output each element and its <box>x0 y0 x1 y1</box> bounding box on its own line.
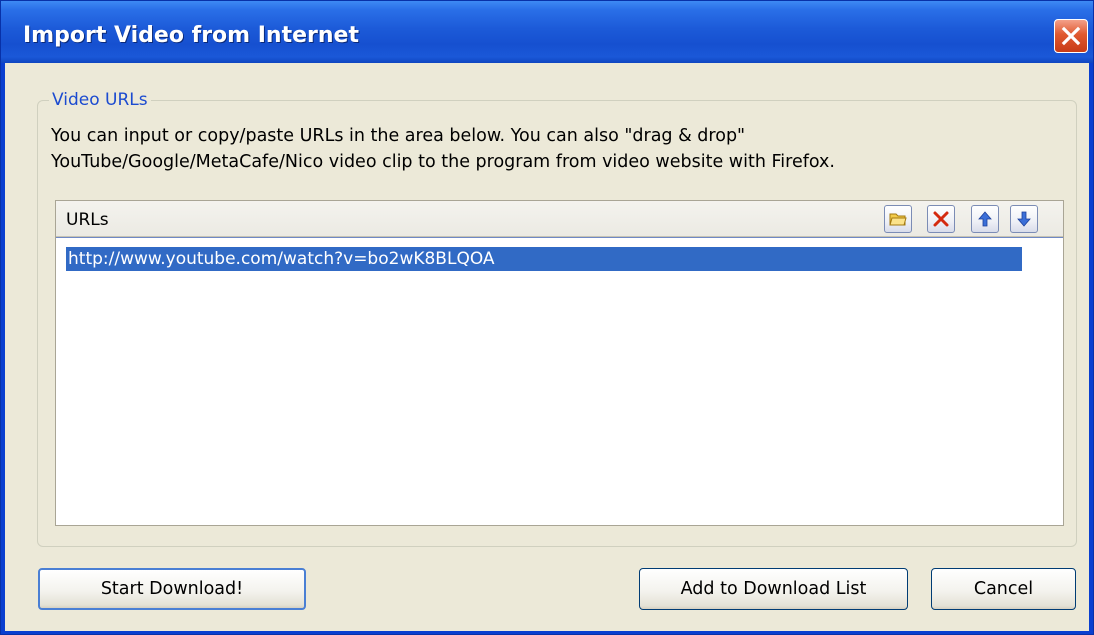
move-up-icon <box>978 211 992 227</box>
urls-header: URLs <box>56 201 1063 237</box>
add-to-download-list-button[interactable]: Add to Download List <box>639 568 908 610</box>
delete-icon <box>933 211 949 227</box>
move-down-button[interactable] <box>1010 205 1038 233</box>
delete-url-button[interactable] <box>927 205 955 233</box>
window-title: Import Video from Internet <box>23 23 359 48</box>
open-file-button[interactable] <box>884 205 912 233</box>
move-down-icon <box>1017 211 1031 227</box>
close-button[interactable] <box>1054 19 1088 53</box>
url-list[interactable]: http://www.youtube.com/watch?v=bo2wK8BLQ… <box>56 237 1063 525</box>
dialog-client-area: Video URLs You can input or copy/paste U… <box>5 63 1089 631</box>
urls-column-header: URLs <box>66 210 109 230</box>
close-icon <box>1061 26 1081 46</box>
start-download-button[interactable]: Start Download! <box>38 568 306 610</box>
urls-panel: URLs http://www.youtube.com/watch?v=bo2w… <box>55 200 1064 526</box>
url-list-item[interactable]: http://www.youtube.com/watch?v=bo2wK8BLQ… <box>66 247 1022 271</box>
import-video-dialog: Import Video from Internet Video URLs Yo… <box>0 0 1094 635</box>
group-legend: Video URLs <box>49 90 151 110</box>
title-bar[interactable]: Import Video from Internet <box>1 1 1093 63</box>
move-up-button[interactable] <box>971 205 999 233</box>
cancel-button[interactable]: Cancel <box>931 568 1076 610</box>
description-line-1: You can input or copy/paste URLs in the … <box>51 126 746 146</box>
open-folder-icon <box>889 213 907 226</box>
description-line-2: YouTube/Google/MetaCafe/Nico video clip … <box>51 152 835 172</box>
